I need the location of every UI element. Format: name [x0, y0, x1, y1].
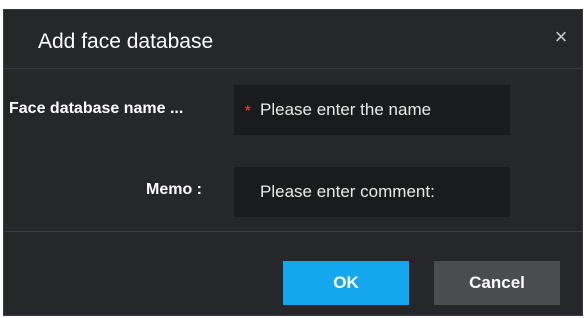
cancel-button[interactable]: Cancel — [434, 261, 560, 305]
dialog-titlebar: Add face database × — [4, 10, 582, 69]
dialog-title: Add face database — [38, 30, 214, 53]
memo-placeholder: Please enter comment: — [260, 182, 435, 201]
add-face-database-dialog: Add face database × Face database name .… — [3, 9, 583, 316]
dialog-footer: OK Cancel — [4, 231, 582, 317]
memo-label: Memo : — [146, 181, 202, 198]
required-marker: * — [245, 102, 251, 118]
face-database-name-placeholder: Please enter the name — [260, 100, 432, 119]
face-database-name-input[interactable]: * Please enter the name — [234, 85, 510, 135]
memo-input[interactable]: Please enter comment: — [234, 167, 510, 217]
ok-button[interactable]: OK — [283, 261, 409, 305]
close-icon[interactable]: × — [548, 24, 574, 50]
face-database-name-label: Face database name ... — [9, 100, 184, 117]
